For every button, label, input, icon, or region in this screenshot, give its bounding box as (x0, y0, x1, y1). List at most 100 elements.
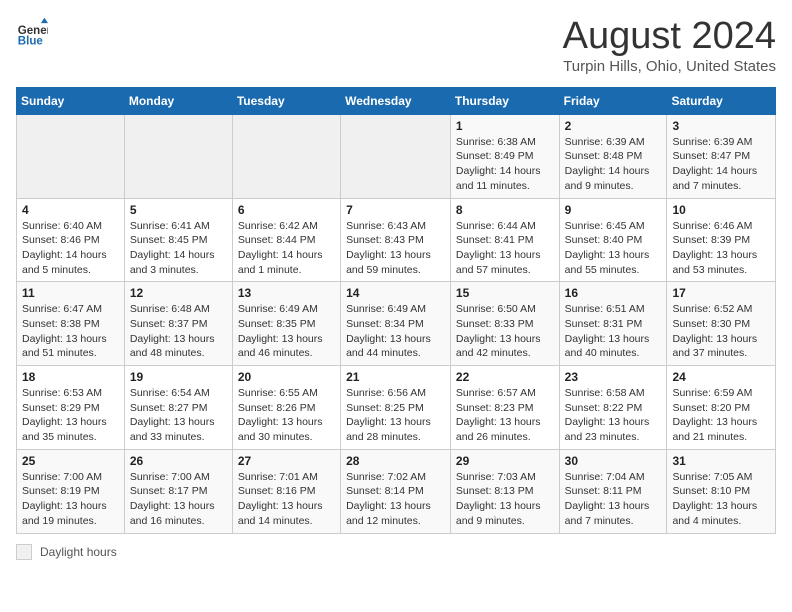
day-info: Sunrise: 6:57 AM Sunset: 8:23 PM Dayligh… (456, 386, 554, 445)
day-number: 10 (672, 203, 770, 217)
day-number: 19 (130, 370, 227, 384)
day-info: Sunrise: 6:42 AM Sunset: 8:44 PM Dayligh… (238, 219, 335, 278)
calendar-cell: 19 Sunrise: 6:54 AM Sunset: 8:27 PM Dayli… (124, 366, 232, 450)
day-number: 24 (672, 370, 770, 384)
day-info: Sunrise: 6:51 AM Sunset: 8:31 PM Dayligh… (565, 302, 662, 361)
day-info: Sunrise: 6:49 AM Sunset: 8:34 PM Dayligh… (346, 302, 445, 361)
calendar-header-friday: Friday (559, 87, 667, 114)
day-number: 6 (238, 203, 335, 217)
day-info: Sunrise: 6:39 AM Sunset: 8:47 PM Dayligh… (672, 135, 770, 194)
day-number: 8 (456, 203, 554, 217)
day-info: Sunrise: 6:44 AM Sunset: 8:41 PM Dayligh… (456, 219, 554, 278)
calendar-cell: 26 Sunrise: 7:00 AM Sunset: 8:17 PM Dayli… (124, 449, 232, 533)
calendar-table: SundayMondayTuesdayWednesdayThursdayFrid… (16, 87, 776, 534)
day-info: Sunrise: 6:56 AM Sunset: 8:25 PM Dayligh… (346, 386, 445, 445)
calendar-cell: 20 Sunrise: 6:55 AM Sunset: 8:26 PM Dayli… (232, 366, 340, 450)
day-number: 16 (565, 286, 662, 300)
day-number: 11 (22, 286, 119, 300)
calendar-body: 1 Sunrise: 6:38 AM Sunset: 8:49 PM Daylig… (17, 114, 776, 533)
calendar-cell: 23 Sunrise: 6:58 AM Sunset: 8:22 PM Dayli… (559, 366, 667, 450)
day-number: 28 (346, 454, 445, 468)
calendar-header-row: SundayMondayTuesdayWednesdayThursdayFrid… (17, 87, 776, 114)
day-number: 17 (672, 286, 770, 300)
day-info: Sunrise: 6:45 AM Sunset: 8:40 PM Dayligh… (565, 219, 662, 278)
daylight-legend-label: Daylight hours (40, 545, 117, 559)
calendar-cell: 21Sunrise: 6:56 AM Sunset: 8:25 PM Dayli… (341, 366, 451, 450)
day-info: Sunrise: 7:05 AM Sunset: 8:10 PM Dayligh… (672, 470, 770, 529)
calendar-cell: 6 Sunrise: 6:42 AM Sunset: 8:44 PM Daylig… (232, 198, 340, 282)
calendar-cell: 18Sunrise: 6:53 AM Sunset: 8:29 PM Dayli… (17, 366, 125, 450)
svg-text:Blue: Blue (18, 35, 44, 47)
day-info: Sunrise: 6:53 AM Sunset: 8:29 PM Dayligh… (22, 386, 119, 445)
day-info: Sunrise: 6:47 AM Sunset: 8:38 PM Dayligh… (22, 302, 119, 361)
calendar-cell (124, 114, 232, 198)
calendar-cell: 8 Sunrise: 6:44 AM Sunset: 8:41 PM Daylig… (450, 198, 559, 282)
day-number: 29 (456, 454, 554, 468)
day-number: 30 (565, 454, 662, 468)
day-number: 7 (346, 203, 445, 217)
calendar-cell: 27 Sunrise: 7:01 AM Sunset: 8:16 PM Dayli… (232, 449, 340, 533)
day-info: Sunrise: 7:01 AM Sunset: 8:16 PM Dayligh… (238, 470, 335, 529)
page-header: General Blue August 2024 Turpin Hills, O… (16, 16, 776, 75)
logo: General Blue (16, 16, 48, 48)
day-number: 5 (130, 203, 227, 217)
day-info: Sunrise: 7:00 AM Sunset: 8:17 PM Dayligh… (130, 470, 227, 529)
calendar-cell: 14Sunrise: 6:49 AM Sunset: 8:34 PM Dayli… (341, 282, 451, 366)
calendar-week-2: 4 Sunrise: 6:40 AM Sunset: 8:46 PM Daylig… (17, 198, 776, 282)
day-info: Sunrise: 6:50 AM Sunset: 8:33 PM Dayligh… (456, 302, 554, 361)
calendar-cell: 5 Sunrise: 6:41 AM Sunset: 8:45 PM Daylig… (124, 198, 232, 282)
calendar-cell: 3 Sunrise: 6:39 AM Sunset: 8:47 PM Daylig… (667, 114, 776, 198)
day-info: Sunrise: 6:48 AM Sunset: 8:37 PM Dayligh… (130, 302, 227, 361)
day-info: Sunrise: 6:49 AM Sunset: 8:35 PM Dayligh… (238, 302, 335, 361)
calendar-header-wednesday: Wednesday (341, 87, 451, 114)
day-number: 22 (456, 370, 554, 384)
calendar-cell: 10 Sunrise: 6:46 AM Sunset: 8:39 PM Dayli… (667, 198, 776, 282)
calendar-cell: 31Sunrise: 7:05 AM Sunset: 8:10 PM Dayli… (667, 449, 776, 533)
day-number: 2 (565, 119, 662, 133)
calendar-cell: 1 Sunrise: 6:38 AM Sunset: 8:49 PM Daylig… (450, 114, 559, 198)
calendar-cell: 25Sunrise: 7:00 AM Sunset: 8:19 PM Dayli… (17, 449, 125, 533)
calendar-cell: 7 Sunrise: 6:43 AM Sunset: 8:43 PM Daylig… (341, 198, 451, 282)
day-number: 9 (565, 203, 662, 217)
day-info: Sunrise: 6:59 AM Sunset: 8:20 PM Dayligh… (672, 386, 770, 445)
day-info: Sunrise: 6:46 AM Sunset: 8:39 PM Dayligh… (672, 219, 770, 278)
day-info: Sunrise: 6:52 AM Sunset: 8:30 PM Dayligh… (672, 302, 770, 361)
day-info: Sunrise: 7:00 AM Sunset: 8:19 PM Dayligh… (22, 470, 119, 529)
day-info: Sunrise: 6:43 AM Sunset: 8:43 PM Dayligh… (346, 219, 445, 278)
day-info: Sunrise: 6:58 AM Sunset: 8:22 PM Dayligh… (565, 386, 662, 445)
calendar-header-thursday: Thursday (450, 87, 559, 114)
day-number: 20 (238, 370, 335, 384)
day-number: 3 (672, 119, 770, 133)
calendar-cell (17, 114, 125, 198)
calendar-week-1: 1 Sunrise: 6:38 AM Sunset: 8:49 PM Daylig… (17, 114, 776, 198)
calendar-cell: 29 Sunrise: 7:03 AM Sunset: 8:13 PM Dayli… (450, 449, 559, 533)
day-number: 26 (130, 454, 227, 468)
calendar-cell: 24 Sunrise: 6:59 AM Sunset: 8:20 PM Dayli… (667, 366, 776, 450)
calendar-cell (232, 114, 340, 198)
day-number: 27 (238, 454, 335, 468)
day-info: Sunrise: 7:03 AM Sunset: 8:13 PM Dayligh… (456, 470, 554, 529)
calendar-header-sunday: Sunday (17, 87, 125, 114)
calendar-cell: 30 Sunrise: 7:04 AM Sunset: 8:11 PM Dayli… (559, 449, 667, 533)
calendar-cell: 9 Sunrise: 6:45 AM Sunset: 8:40 PM Daylig… (559, 198, 667, 282)
title-block: August 2024 Turpin Hills, Ohio, United S… (563, 16, 776, 75)
calendar-header-tuesday: Tuesday (232, 87, 340, 114)
calendar-week-5: 25Sunrise: 7:00 AM Sunset: 8:19 PM Dayli… (17, 449, 776, 533)
daylight-legend-box (16, 544, 32, 560)
calendar-cell: 11 Sunrise: 6:47 AM Sunset: 8:38 PM Dayli… (17, 282, 125, 366)
day-info: Sunrise: 6:55 AM Sunset: 8:26 PM Dayligh… (238, 386, 335, 445)
day-info: Sunrise: 7:04 AM Sunset: 8:11 PM Dayligh… (565, 470, 662, 529)
calendar-cell: 22 Sunrise: 6:57 AM Sunset: 8:23 PM Dayli… (450, 366, 559, 450)
day-number: 1 (456, 119, 554, 133)
day-info: Sunrise: 6:40 AM Sunset: 8:46 PM Dayligh… (22, 219, 119, 278)
day-number: 4 (22, 203, 119, 217)
day-info: Sunrise: 7:02 AM Sunset: 8:14 PM Dayligh… (346, 470, 445, 529)
day-info: Sunrise: 6:38 AM Sunset: 8:49 PM Dayligh… (456, 135, 554, 194)
day-info: Sunrise: 6:54 AM Sunset: 8:27 PM Dayligh… (130, 386, 227, 445)
day-info: Sunrise: 6:41 AM Sunset: 8:45 PM Dayligh… (130, 219, 227, 278)
day-number: 15 (456, 286, 554, 300)
calendar-week-4: 18Sunrise: 6:53 AM Sunset: 8:29 PM Dayli… (17, 366, 776, 450)
calendar-week-3: 11 Sunrise: 6:47 AM Sunset: 8:38 PM Dayli… (17, 282, 776, 366)
calendar-header-monday: Monday (124, 87, 232, 114)
day-number: 23 (565, 370, 662, 384)
